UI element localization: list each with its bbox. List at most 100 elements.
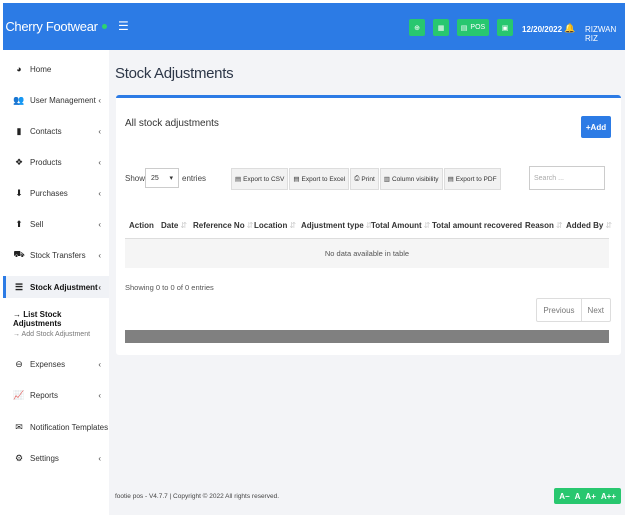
font-reset-button[interactable]: A (575, 492, 581, 501)
sidebar-item-label: Stock Transfers (30, 250, 86, 260)
column-visibility-button[interactable]: ▥ Column visibility (379, 168, 443, 190)
user-menu[interactable]: RIZWAN RIZ (585, 25, 625, 43)
sidebar-subitem-list-stock-adjustments[interactable]: → List Stock Adjustments (3, 310, 109, 328)
export-csv-button[interactable]: ▤ Export to CSV (231, 168, 289, 190)
money-icon: ▣ (501, 24, 509, 32)
export-excel-button[interactable]: ▤ Export to Excel (289, 168, 350, 190)
minus-circle-icon: ⊖ (15, 358, 23, 369)
search-input[interactable]: Search ... (529, 166, 605, 190)
sidebar-item-label: Products (30, 157, 62, 167)
column-visibility-label: Column visibility (391, 175, 439, 183)
sort-desc-icon: ⇵ (180, 221, 188, 230)
sidebar-item-expenses[interactable]: ⊖ Expenses ‹ (3, 353, 109, 375)
table-header: Action Date ⇵ Reference No ⇵ Location ⇵ Adj… (125, 211, 612, 239)
font-increase-button[interactable]: A+ (585, 492, 595, 501)
sidebar-subitem-add-stock-adjustment[interactable]: → Add Stock Adjustment (3, 331, 109, 338)
font-increase-more-button[interactable]: A++ (601, 492, 616, 501)
column-header-date[interactable]: Date ⇵ (161, 221, 187, 230)
chevron-left-icon: ‹ (98, 219, 101, 229)
sidebar-item-notification-templates[interactable]: ✉ Notification Templates (3, 416, 109, 438)
sort-icon: ⇵ (555, 221, 563, 230)
column-header-location[interactable]: Location ⇵ (254, 221, 296, 230)
page-title: Stock Adjustments (115, 65, 234, 82)
column-header-adjustment-type[interactable]: Adjustment type ⇵ (301, 221, 372, 230)
sidebar-item-home[interactable]: ◕ Home (3, 58, 109, 80)
horizontal-scrollbar[interactable] (125, 330, 609, 343)
today-profit-button[interactable]: ▣ (497, 19, 513, 36)
file-icon: ▤ (235, 176, 242, 183)
hamburger-menu-icon[interactable]: ☰ (118, 19, 129, 33)
sidebar: ◕ Home 👥 User Management ‹ ▮ Contacts ‹ … (3, 50, 109, 515)
sidebar-item-stock-transfers[interactable]: ⛟ Stock Transfers ‹ (3, 244, 109, 266)
sidebar-item-reports[interactable]: 📈 Reports ‹ (3, 384, 109, 406)
sidebar-item-contacts[interactable]: ▮ Contacts ‹ (3, 120, 109, 142)
add-button[interactable]: +Add (581, 116, 611, 138)
pos-button[interactable]: ▤ POS (457, 19, 489, 36)
truck-icon: ⛟ (13, 249, 25, 259)
arrow-circle-down-icon: ⬇ (15, 187, 23, 198)
chevron-left-icon: ‹ (98, 188, 101, 198)
file-excel-icon: ▤ (293, 176, 300, 183)
app-frame: Cherry Footwear ☰ ⊕ ▦ ▤ POS ▣ 12/20/2022… (3, 3, 625, 515)
card-title: All stock adjustments (125, 118, 219, 129)
brand-name: Cherry Footwear (5, 19, 98, 34)
sort-icon: ⇵ (423, 221, 431, 230)
table-info: Showing 0 to 0 of 0 entries (125, 283, 214, 292)
sidebar-item-purchases[interactable]: ⬇ Purchases ‹ (3, 182, 109, 204)
export-pdf-button[interactable]: ▤ Export to PDF (443, 168, 501, 190)
sidebar-item-products[interactable]: ❖ Products ‹ (3, 151, 109, 173)
calculator-button[interactable]: ▦ (433, 19, 449, 36)
column-header-reason[interactable]: Reason ⇵ (525, 221, 563, 230)
sidebar-item-settings[interactable]: ⚙ Settings ‹ (3, 447, 109, 469)
previous-page-button[interactable]: Previous (537, 299, 582, 321)
column-header-total-amount-recovered[interactable]: Total amount recovered ⇵ (432, 221, 531, 230)
tachometer-icon: ◕ (16, 64, 22, 74)
chevron-left-icon: ‹ (98, 95, 101, 105)
column-header-added-by[interactable]: Added By ⇵ (566, 221, 612, 230)
bell-icon[interactable]: 🔔 (564, 23, 575, 34)
sidebar-item-sell[interactable]: ⬆ Sell ‹ (3, 213, 109, 235)
print-button[interactable]: ⎙ Print (350, 168, 379, 190)
export-pdf-label: Export to PDF (455, 175, 497, 183)
cubes-icon: ❖ (14, 156, 24, 167)
chevron-down-icon: ▾ (169, 175, 173, 182)
grid-icon: ▤ (460, 24, 468, 32)
sidebar-item-label: Expenses (30, 359, 66, 369)
next-page-button[interactable]: Next (582, 299, 610, 321)
column-header-total-amount[interactable]: Total Amount ⇵ (371, 221, 430, 230)
file-pdf-icon: ▤ (447, 176, 454, 183)
entries-select[interactable]: 25 ▾ (145, 168, 179, 188)
sidebar-item-label: Reports (30, 390, 59, 400)
sidebar-item-label: Contacts (30, 126, 62, 136)
font-size-controls: A− A A+ A++ (554, 488, 621, 504)
stock-adjustments-card: All stock adjustments +Add Show 25 ▾ ent… (116, 95, 621, 355)
footer-text: footie pos - V4.7.7 | Copyright © 2022 A… (115, 493, 280, 500)
sort-icon: ⇵ (289, 221, 297, 230)
export-button-group: ▤ Export to CSV ▤ Export to Excel ⎙ Prin… (231, 168, 502, 190)
sidebar-item-stock-adjustment[interactable]: ☰ Stock Adjustment ‹ (3, 276, 109, 298)
chevron-left-icon: ‹ (98, 157, 101, 167)
pagination: Previous Next (536, 298, 611, 322)
print-icon: ⎙ (354, 175, 360, 182)
export-excel-label: Export to Excel (301, 175, 346, 183)
add-circle-button[interactable]: ⊕ (409, 19, 425, 36)
column-header-action[interactable]: Action (129, 221, 154, 230)
plus-circle-icon: ⊕ (414, 24, 420, 32)
sort-icon: ⇵ (605, 221, 613, 230)
sidebar-item-label: Settings (30, 453, 59, 463)
sidebar-item-user-management[interactable]: 👥 User Management ‹ (3, 89, 109, 111)
sidebar-item-label: User Management (30, 95, 96, 105)
brand-logo[interactable]: Cherry Footwear (3, 3, 109, 50)
address-book-icon: ▮ (16, 125, 22, 136)
columns-icon: ▥ (383, 176, 390, 183)
entries-value: 25 (151, 174, 159, 182)
entries-label: entries (182, 174, 207, 183)
cog-icon: ⚙ (14, 452, 24, 463)
show-label: Show (125, 174, 146, 183)
font-decrease-button[interactable]: A− (559, 492, 569, 501)
sidebar-item-label: Stock Adjustment (30, 282, 98, 292)
export-csv-label: Export to CSV (243, 175, 285, 183)
envelope-icon: ✉ (15, 421, 23, 432)
column-header-reference-no[interactable]: Reference No ⇵ (193, 221, 253, 230)
pos-button-label: POS (470, 24, 486, 31)
